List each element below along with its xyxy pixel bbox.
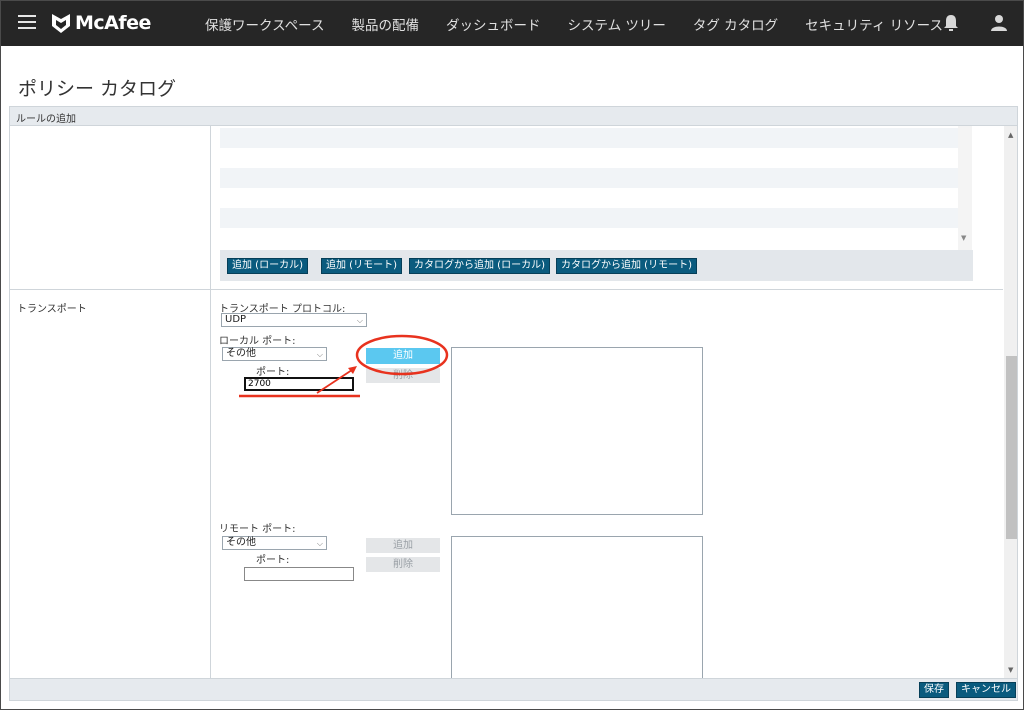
- column-divider: [210, 126, 211, 678]
- local-port-type-select[interactable]: その他 ⌵: [222, 347, 327, 361]
- local-port-type-value: その他: [226, 348, 256, 359]
- rule-form: ▼ 追加 (ローカル) 追加 (リモート) カタログから追加 (ローカル) カタ…: [9, 126, 1018, 678]
- cancel-button[interactable]: キャンセル: [956, 682, 1016, 698]
- add-remote-button[interactable]: 追加 (リモート): [321, 258, 402, 274]
- list-item[interactable]: [220, 188, 958, 208]
- save-button[interactable]: 保存: [919, 682, 949, 698]
- remote-port-type-select[interactable]: その他 ⌵: [222, 536, 327, 550]
- nav-security-resources[interactable]: セキュリティ リソース: [805, 14, 943, 34]
- chevron-down-icon: ⌵: [316, 350, 323, 359]
- local-port-input[interactable]: 2700: [244, 377, 354, 391]
- remote-port-input[interactable]: [244, 567, 354, 581]
- remote-port-remove-button[interactable]: 削除: [366, 557, 440, 572]
- list-item[interactable]: [220, 148, 958, 168]
- list-item[interactable]: [220, 128, 958, 148]
- nav-tag-catalog[interactable]: タグ カタログ: [693, 14, 778, 34]
- page-title: ポリシー カタログ: [18, 78, 177, 100]
- add-from-catalog-local-button[interactable]: カタログから追加 (ローカル): [409, 258, 550, 274]
- remote-port-number-label: ポート:: [256, 555, 290, 566]
- nav-dashboard[interactable]: ダッシュボード: [446, 14, 541, 34]
- protocol-select[interactable]: UDP ⌵: [221, 313, 367, 327]
- hamburger-menu-icon[interactable]: [18, 15, 36, 29]
- bell-icon[interactable]: [941, 13, 961, 33]
- scroll-down-arrow-icon[interactable]: ▼: [961, 234, 966, 242]
- remote-port-label: リモート ポート:: [219, 524, 296, 535]
- local-port-number-label: ポート:: [256, 367, 290, 378]
- row-divider: [10, 289, 1003, 290]
- protocol-select-value: UDP: [225, 314, 247, 325]
- shield-logo-icon: [52, 14, 70, 33]
- brand-name: McAfee: [75, 12, 151, 34]
- app-window: McAfee 保護ワークスペース 製品の配備 ダッシュボード システム ツリー …: [0, 0, 1024, 710]
- form-footer: 保存 キャンセル: [9, 678, 1018, 701]
- remote-port-add-button[interactable]: 追加: [366, 538, 440, 553]
- chevron-down-icon: ⌵: [356, 316, 363, 325]
- add-from-catalog-remote-button[interactable]: カタログから追加 (リモート): [556, 258, 697, 274]
- list-item[interactable]: [220, 208, 958, 228]
- transport-row-label: トランスポート: [17, 304, 87, 315]
- listbox-scrollbar[interactable]: ▼: [958, 126, 972, 250]
- nav-system-tree[interactable]: システム ツリー: [567, 14, 665, 34]
- remote-port-type-value: その他: [226, 537, 256, 548]
- add-local-button[interactable]: 追加 (ローカル): [227, 258, 308, 274]
- list-item[interactable]: [220, 228, 958, 248]
- scroll-down-arrow-icon[interactable]: ▼: [1008, 666, 1013, 674]
- local-port-remove-button[interactable]: 削除: [366, 368, 440, 383]
- local-port-label: ローカル ポート:: [219, 336, 296, 347]
- main-nav: 保護ワークスペース 製品の配備 ダッシュボード システム ツリー タグ カタログ…: [205, 1, 943, 46]
- top-navigation-bar: McAfee 保護ワークスペース 製品の配備 ダッシュボード システム ツリー …: [1, 1, 1023, 46]
- scrollbar-thumb[interactable]: [1006, 356, 1017, 539]
- scroll-up-arrow-icon[interactable]: ▲: [1008, 131, 1013, 139]
- remote-port-list[interactable]: [451, 536, 703, 678]
- local-port-add-button[interactable]: 追加: [366, 348, 440, 364]
- section-header: ルールの追加: [9, 106, 1018, 126]
- chevron-down-icon: ⌵: [316, 539, 323, 548]
- list-item[interactable]: [220, 168, 958, 188]
- page-scrollbar[interactable]: ▲ ▼: [1004, 126, 1017, 678]
- nav-product-deployment[interactable]: 製品の配備: [351, 14, 419, 34]
- rules-listbox[interactable]: ▼: [220, 126, 972, 250]
- local-port-list[interactable]: [451, 347, 703, 515]
- user-icon[interactable]: [989, 13, 1009, 33]
- nav-protection-workspace[interactable]: 保護ワークスペース: [205, 14, 324, 34]
- rules-button-strip: 追加 (ローカル) 追加 (リモート) カタログから追加 (ローカル) カタログ…: [220, 250, 973, 281]
- brand-logo[interactable]: McAfee: [51, 10, 151, 36]
